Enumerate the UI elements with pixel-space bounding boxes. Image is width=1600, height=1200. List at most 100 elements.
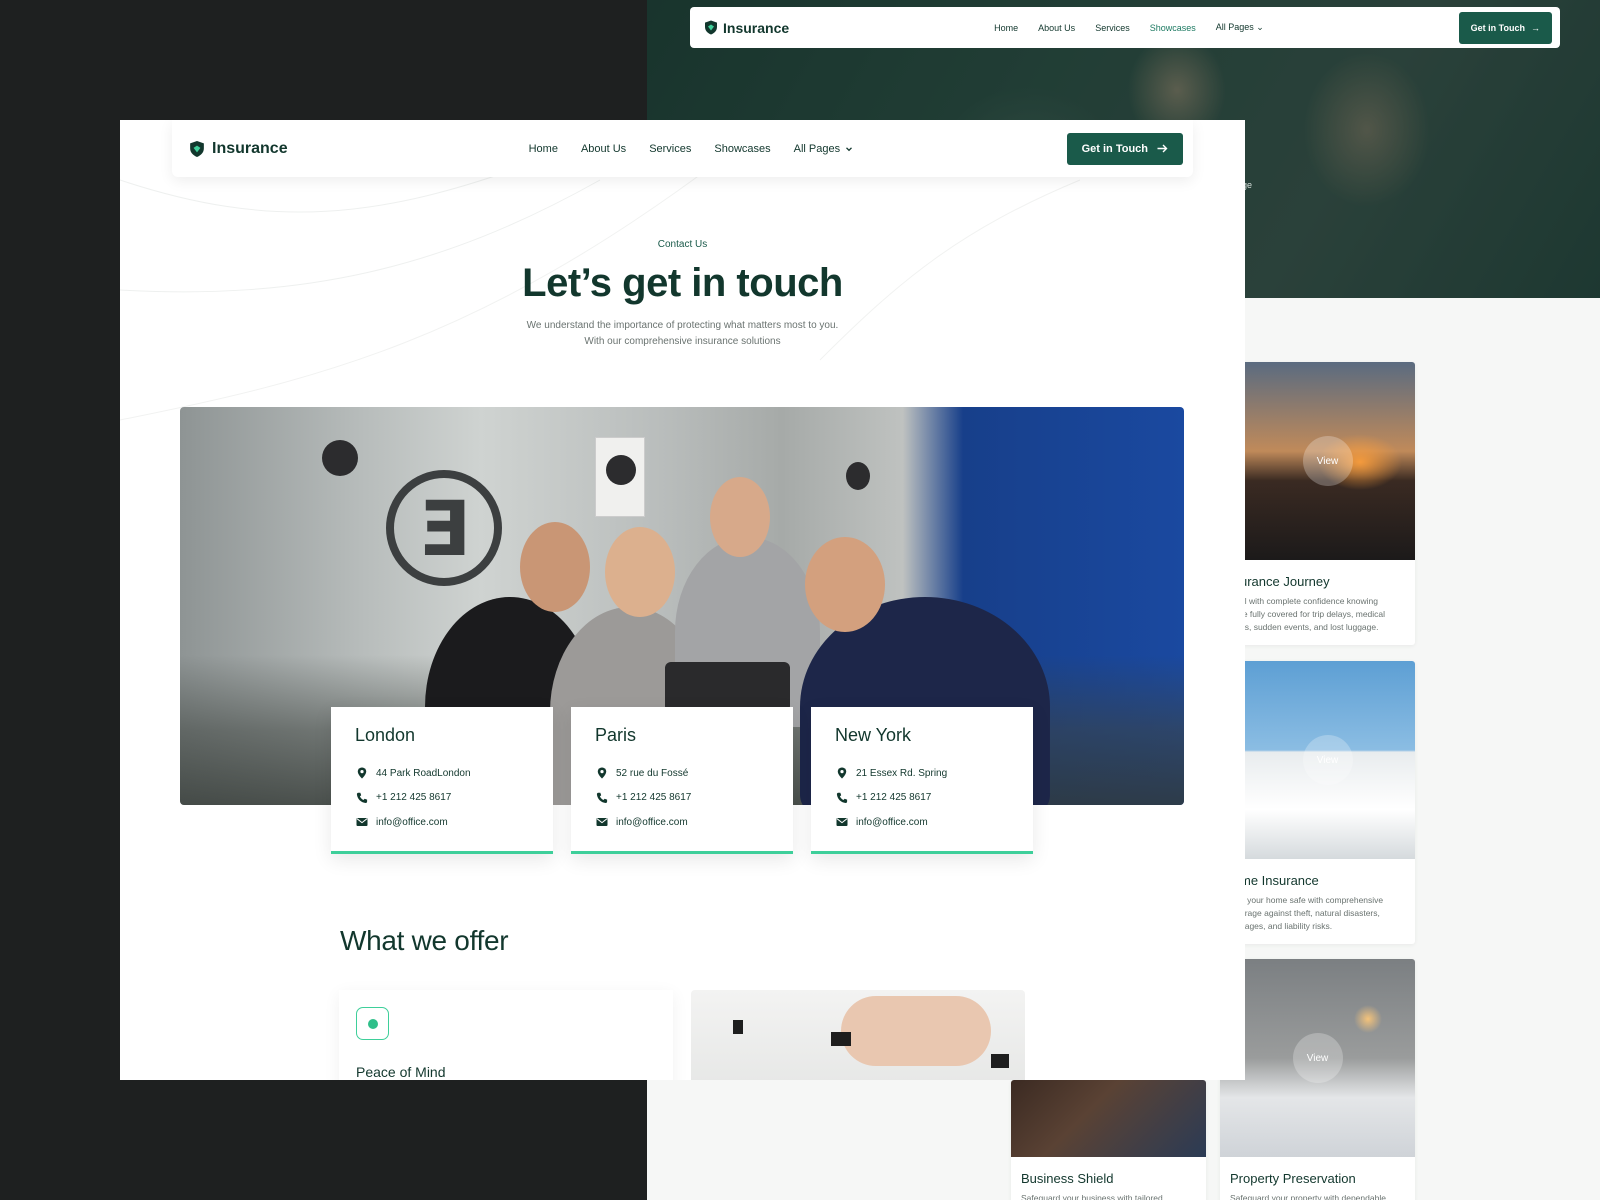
shield-logo-icon (705, 20, 717, 35)
laptop (665, 662, 790, 712)
back-service-card-travel[interactable]: View urance Journey el with complete con… (1240, 362, 1415, 645)
back-service-card-property[interactable]: View Property Preservation Safeguard you… (1220, 959, 1415, 1200)
back-service-card-business[interactable]: Business Shield Safeguard your business … (1011, 1080, 1206, 1200)
subtitle-line: We understand the importance of protecti… (526, 320, 839, 331)
office-card-london: London 44 Park RoadLondon +1 212 425 861… (331, 707, 553, 854)
nav-about-us[interactable]: About Us (581, 143, 626, 155)
office-email[interactable]: info@office.com (616, 817, 688, 828)
back-card-title: urance Journey (1240, 574, 1330, 589)
back-card-desc-line: el with complete confidence knowing (1240, 596, 1378, 606)
back-nav-services[interactable]: Services (1095, 23, 1130, 33)
back-card-desc-line: re fully covered for trip delays, medica… (1240, 609, 1386, 619)
office-address: 52 rue du Fossé (616, 767, 689, 779)
offer-card-title: Peace of Mind (356, 1064, 446, 1080)
nav-showcases[interactable]: Showcases (714, 143, 770, 155)
location-pin-icon (595, 767, 608, 780)
back-card-desc: p your home safe with comprehensive erag… (1240, 888, 1415, 933)
logo[interactable]: Insurance (189, 140, 288, 158)
back-nav-all-pages[interactable]: All Pages ⌄ (1216, 22, 1264, 33)
office-phone-row: +1 212 425 8617 (595, 786, 793, 811)
dot-icon (356, 1007, 389, 1040)
back-card-desc-line: p your home safe with comprehensive (1240, 895, 1384, 905)
office-email[interactable]: info@office.com (856, 817, 928, 828)
office-phone-row: +1 212 425 8617 (355, 786, 553, 811)
phone-icon (595, 791, 608, 804)
offer-image-hands (691, 990, 1025, 1080)
office-city: New York (835, 725, 912, 745)
back-card-image-laptop (1011, 1080, 1206, 1157)
section-title-offer: What we offer (340, 925, 509, 956)
back-card-desc: el with complete confidence knowing re f… (1240, 589, 1415, 634)
office-phone[interactable]: +1 212 425 8617 (376, 792, 451, 803)
wall-logo-graphic (386, 470, 502, 586)
chevron-down-icon (846, 146, 853, 151)
back-card-desc-line: erage against theft, natural disasters, (1240, 908, 1380, 918)
mail-icon (355, 816, 368, 829)
office-email[interactable]: info@office.com (376, 817, 448, 828)
office-address: 44 Park RoadLondon (376, 767, 471, 779)
mail-icon (595, 816, 608, 829)
office-city: Paris (595, 725, 637, 745)
nav-services[interactable]: Services (649, 143, 691, 155)
back-logo[interactable]: Insurance (704, 20, 789, 36)
office-email-row: info@office.com (595, 810, 793, 835)
office-phone-row: +1 212 425 8617 (835, 786, 1033, 811)
person-head (605, 527, 675, 617)
back-navbar: Insurance Home About Us Services Showcas… (690, 7, 1560, 48)
person-head (710, 477, 770, 557)
offer-card-peace-of-mind[interactable]: Peace of Mind (339, 990, 673, 1080)
office-card-new-york: New York 21 Essex Rd. Spring +1 212 425 … (811, 707, 1033, 854)
location-pin-icon (835, 767, 848, 780)
back-card-desc-line: es, sudden events, and lost luggage. (1240, 622, 1379, 632)
wall-dot (606, 455, 636, 485)
block-shape (733, 1020, 743, 1034)
back-nav-about[interactable]: About Us (1038, 23, 1075, 33)
office-address-row: 44 Park RoadLondon (355, 761, 553, 786)
back-logo-text: Insurance (723, 19, 790, 36)
office-phone[interactable]: +1 212 425 8617 (856, 792, 931, 803)
back-service-card-home[interactable]: View me Insurance p your home safe with … (1240, 661, 1415, 944)
office-address-row: 52 rue du Fossé (595, 761, 793, 786)
nav-home[interactable]: Home (529, 143, 558, 155)
nav-all-pages[interactable]: All Pages (794, 143, 853, 155)
nav-menu: Home About Us Services Showcases All Pag… (529, 143, 854, 155)
section-eyebrow: Contact Us (657, 239, 708, 250)
block-shape (991, 1054, 1009, 1068)
location-pin-icon (355, 767, 368, 780)
back-card-title: me Insurance (1240, 873, 1319, 888)
back-card-desc: Safeguard your property with dependable (1220, 1186, 1415, 1200)
back-nav-home[interactable]: Home (994, 23, 1018, 33)
back-cta-label: Get in Touch (1470, 22, 1525, 33)
office-city: London (355, 725, 416, 745)
navbar: Insurance Home About Us Services Showcas… (172, 120, 1193, 177)
back-card-title: Property Preservation (1230, 1171, 1356, 1186)
back-card-image-bedroom: View (1220, 959, 1415, 1157)
back-nav-menu: Home About Us Services Showcases All Pag… (994, 22, 1264, 33)
office-phone[interactable]: +1 212 425 8617 (616, 792, 691, 803)
office-address-row: 21 Essex Rd. Spring (835, 761, 1033, 786)
arrow-right-icon: → (1531, 22, 1540, 33)
phone-icon (355, 791, 368, 804)
back-card-desc-line: Safeguard your business with tailored (1021, 1193, 1163, 1200)
person-head (805, 537, 885, 632)
office-card-paris: Paris 52 rue du Fossé +1 212 425 8617 in… (571, 707, 793, 854)
subtitle-line: With our comprehensive insurance solutio… (584, 336, 781, 347)
get-in-touch-button[interactable]: Get in Touch (1066, 132, 1183, 165)
back-card-image-sunset: View (1240, 362, 1415, 560)
wall-dot (846, 462, 870, 490)
block-shape (831, 1032, 851, 1046)
back-nav-all-pages-label: All Pages (1215, 22, 1254, 32)
back-card-view-button[interactable]: View (1302, 436, 1353, 486)
cta-label: Get in Touch (1081, 142, 1148, 155)
back-get-in-touch-button[interactable]: Get in Touch → (1458, 11, 1552, 44)
office-email-row: info@office.com (355, 810, 553, 835)
nav-all-pages-label: All Pages (793, 142, 841, 155)
wall-dot (322, 440, 358, 476)
arrow-right-icon (1157, 144, 1168, 153)
back-card-view-button[interactable]: View (1292, 1033, 1343, 1083)
page-title: Let’s get in touch (522, 261, 843, 305)
person-head (520, 522, 590, 612)
back-nav-showcases[interactable]: Showcases (1150, 23, 1196, 33)
back-card-desc-line: Safeguard your property with dependable (1230, 1193, 1386, 1200)
back-card-view-button[interactable]: View (1302, 735, 1353, 785)
